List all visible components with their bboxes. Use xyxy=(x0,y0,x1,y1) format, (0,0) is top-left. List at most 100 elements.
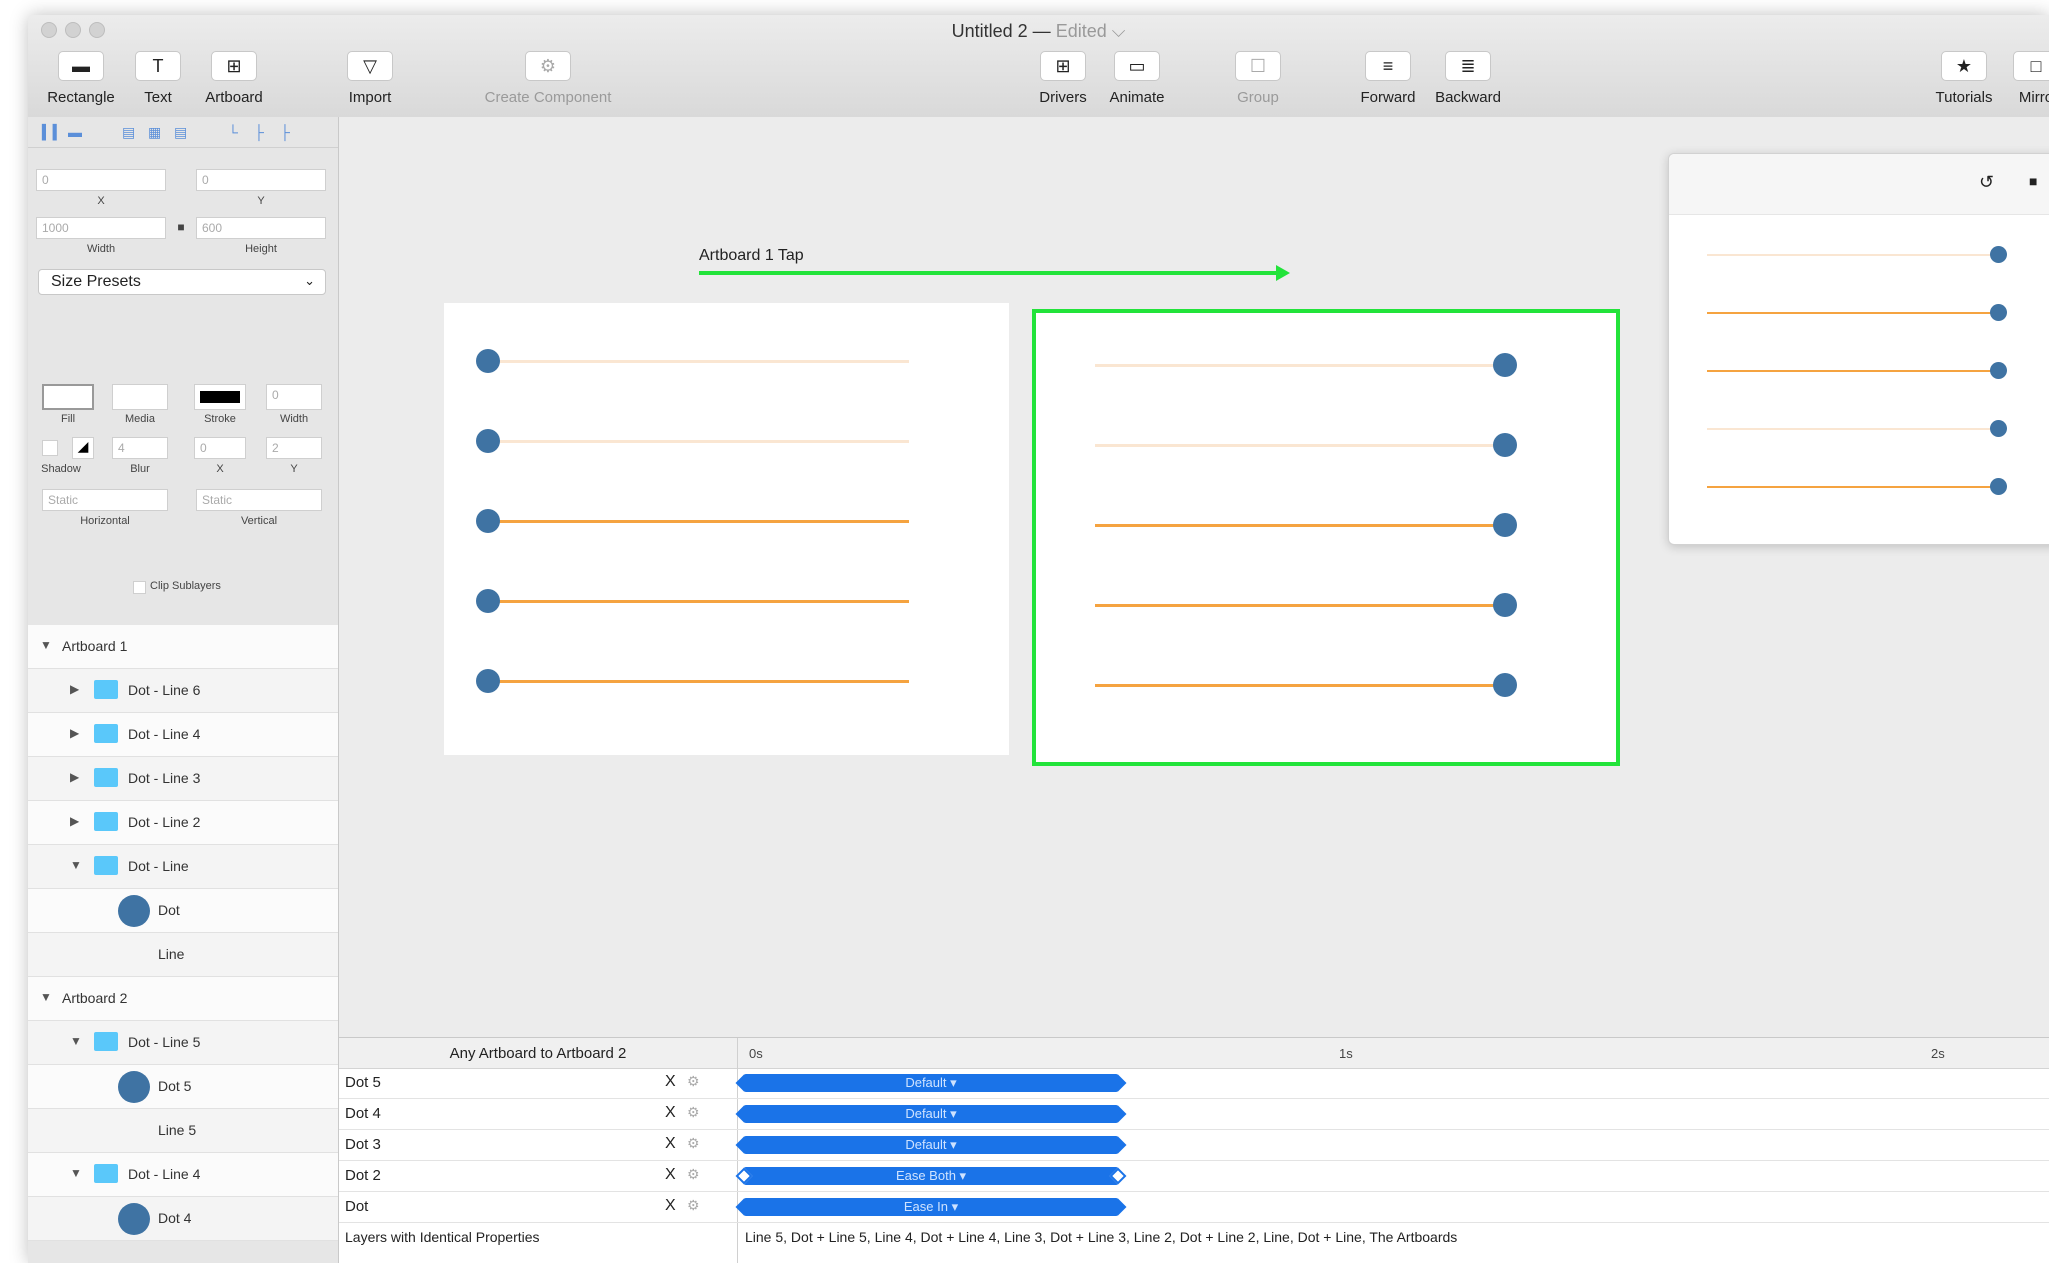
dot-2[interactable] xyxy=(1493,593,1517,617)
remove-icon[interactable]: X xyxy=(665,1135,676,1153)
animation-bar[interactable]: Ease In ▾ xyxy=(743,1198,1119,1216)
align-middle-icon[interactable]: ├ xyxy=(254,124,264,140)
distribute-h-icon[interactable]: ▦ xyxy=(148,124,161,141)
width-input[interactable]: 1000 xyxy=(36,217,166,239)
line-2[interactable] xyxy=(1095,604,1505,607)
dot-1[interactable] xyxy=(476,669,500,693)
layer-row-artboard-1[interactable]: ▼ Artboard 1 xyxy=(28,625,338,669)
drivers-button[interactable]: ⊞ Drivers xyxy=(1028,51,1098,106)
disclosure-closed-icon[interactable]: ▶ xyxy=(70,814,79,828)
tutorials-button[interactable]: ★ Tutorials xyxy=(1924,51,2004,106)
size-presets-select[interactable]: Size Presets ⌄ xyxy=(38,269,326,295)
shadow-x-input[interactable]: 0 xyxy=(194,437,246,459)
animation-bar[interactable]: Default ▾ xyxy=(743,1136,1119,1154)
distribute-v-icon[interactable]: ▤ xyxy=(174,124,187,141)
layer-row-group[interactable]: ▼ Dot - Line 5 xyxy=(28,1021,338,1065)
artboard-tool-button[interactable]: ⊞ Artboard xyxy=(194,51,274,106)
layer-row-line[interactable]: Line xyxy=(28,933,338,977)
layer-row-group[interactable]: ▼ Dot - Line 4 xyxy=(28,1153,338,1197)
dot-3[interactable] xyxy=(1493,513,1517,537)
gear-icon[interactable]: ⚙ xyxy=(687,1135,700,1152)
create-component-button[interactable]: ⚙ Create Component xyxy=(468,51,628,106)
vertical-constraint-select[interactable]: Static xyxy=(196,489,322,511)
rectangle-tool-button[interactable]: ▬ Rectangle xyxy=(40,51,122,106)
fill-swatch[interactable] xyxy=(42,384,94,410)
layer-row-group[interactable]: ▶ Dot - Line 4 xyxy=(28,713,338,757)
timeline-row[interactable]: Dot 5 X ⚙ Default ▾ xyxy=(339,1068,2049,1099)
layer-row-dot[interactable]: Dot 4 xyxy=(28,1197,338,1241)
stroke-swatch[interactable] xyxy=(194,384,246,410)
dot-5[interactable] xyxy=(1493,353,1517,377)
layer-row-group[interactable]: ▶ Dot - Line 3 xyxy=(28,757,338,801)
line-6[interactable] xyxy=(488,360,909,363)
line-4[interactable] xyxy=(1095,444,1505,447)
dot-3[interactable] xyxy=(476,509,500,533)
text-tool-button[interactable]: T Text xyxy=(128,51,188,106)
stroke-width-input[interactable]: 0 xyxy=(266,384,322,410)
timeline-row[interactable]: Dot 2 X ⚙ Ease Both ▾ xyxy=(339,1161,2049,1192)
align-left-icon[interactable]: ▍▍ xyxy=(42,124,64,141)
align-center-h-icon[interactable]: ▬ xyxy=(68,124,82,140)
layer-row-line[interactable]: Line 5 xyxy=(28,1109,338,1153)
artboard-2[interactable] xyxy=(1032,309,1620,766)
layer-row-dot[interactable]: Dot 5 xyxy=(28,1065,338,1109)
animation-bar[interactable]: Ease Both ▾ xyxy=(743,1167,1119,1185)
dot-1[interactable] xyxy=(1493,673,1517,697)
shadow-color-swatch[interactable]: ◢ xyxy=(72,437,94,459)
shadow-y-input[interactable]: 2 xyxy=(266,437,322,459)
disclosure-closed-icon[interactable]: ▶ xyxy=(70,770,79,784)
gear-icon[interactable]: ⚙ xyxy=(687,1104,700,1121)
lock-icon[interactable]: ■ xyxy=(172,220,190,234)
y-input[interactable]: 0 xyxy=(196,169,326,191)
animate-button[interactable]: ▭ Animate xyxy=(1100,51,1174,106)
layer-row-artboard-2[interactable]: ▼ Artboard 2 xyxy=(28,977,338,1021)
animation-bar[interactable]: Default ▾ xyxy=(743,1105,1119,1123)
line-5[interactable] xyxy=(1095,364,1505,367)
remove-icon[interactable]: X xyxy=(665,1197,676,1215)
line-4[interactable] xyxy=(488,440,909,443)
artboard-1[interactable] xyxy=(444,303,1009,755)
dot-6[interactable] xyxy=(476,349,500,373)
horizontal-constraint-select[interactable]: Static xyxy=(42,489,168,511)
remove-icon[interactable]: X xyxy=(665,1104,676,1122)
align-top-icon[interactable]: └ xyxy=(228,124,238,140)
disclosure-closed-icon[interactable]: ▶ xyxy=(70,682,79,696)
disclosure-open-icon[interactable]: ▼ xyxy=(70,858,82,872)
timeline-row[interactable]: Dot X ⚙ Ease In ▾ xyxy=(339,1192,2049,1223)
camera-icon[interactable]: ■ xyxy=(2029,173,2037,189)
disclosure-open-icon[interactable]: ▼ xyxy=(40,990,52,1004)
line-1[interactable] xyxy=(1095,684,1505,687)
layer-row-group[interactable]: ▼ Dot - Line xyxy=(28,845,338,889)
media-swatch[interactable] xyxy=(112,384,168,410)
line-3[interactable] xyxy=(488,520,909,523)
shadow-checkbox[interactable] xyxy=(42,440,58,456)
import-button[interactable]: ▽ Import xyxy=(335,51,405,106)
gear-icon[interactable]: ⚙ xyxy=(687,1073,700,1090)
gear-icon[interactable]: ⚙ xyxy=(687,1166,700,1183)
mirror-button[interactable]: □ Mirro xyxy=(2006,51,2049,106)
timeline-row[interactable]: Dot 4 X ⚙ Default ▾ xyxy=(339,1099,2049,1130)
undo-icon[interactable]: ↺ xyxy=(1979,172,1994,193)
layer-row-dot[interactable]: Dot xyxy=(28,889,338,933)
disclosure-closed-icon[interactable]: ▶ xyxy=(70,726,79,740)
disclosure-open-icon[interactable]: ▼ xyxy=(70,1034,82,1048)
layer-row-group[interactable]: ▶ Dot - Line 2 xyxy=(28,801,338,845)
disclosure-open-icon[interactable]: ▼ xyxy=(40,638,52,652)
group-button[interactable]: ☐ Group xyxy=(1226,51,1290,106)
height-input[interactable]: 600 xyxy=(196,217,326,239)
line-2[interactable] xyxy=(488,600,909,603)
backward-button[interactable]: ≣ Backward xyxy=(1426,51,1510,106)
remove-icon[interactable]: X xyxy=(665,1166,676,1184)
x-input[interactable]: 0 xyxy=(36,169,166,191)
gear-icon[interactable]: ⚙ xyxy=(687,1197,700,1214)
connection-label[interactable]: Artboard 1 Tap xyxy=(699,247,804,265)
dot-2[interactable] xyxy=(476,589,500,613)
animation-bar[interactable]: Default ▾ xyxy=(743,1074,1119,1092)
forward-button[interactable]: ≡ Forward xyxy=(1350,51,1426,106)
line-3[interactable] xyxy=(1095,524,1505,527)
preview-window[interactable]: ↺ ■ xyxy=(1668,153,2049,545)
remove-icon[interactable]: X xyxy=(665,1073,676,1091)
layer-row-group[interactable]: ▶ Dot - Line 6 xyxy=(28,669,338,713)
connection-arrow-line[interactable] xyxy=(699,271,1280,275)
dot-4[interactable] xyxy=(1493,433,1517,457)
